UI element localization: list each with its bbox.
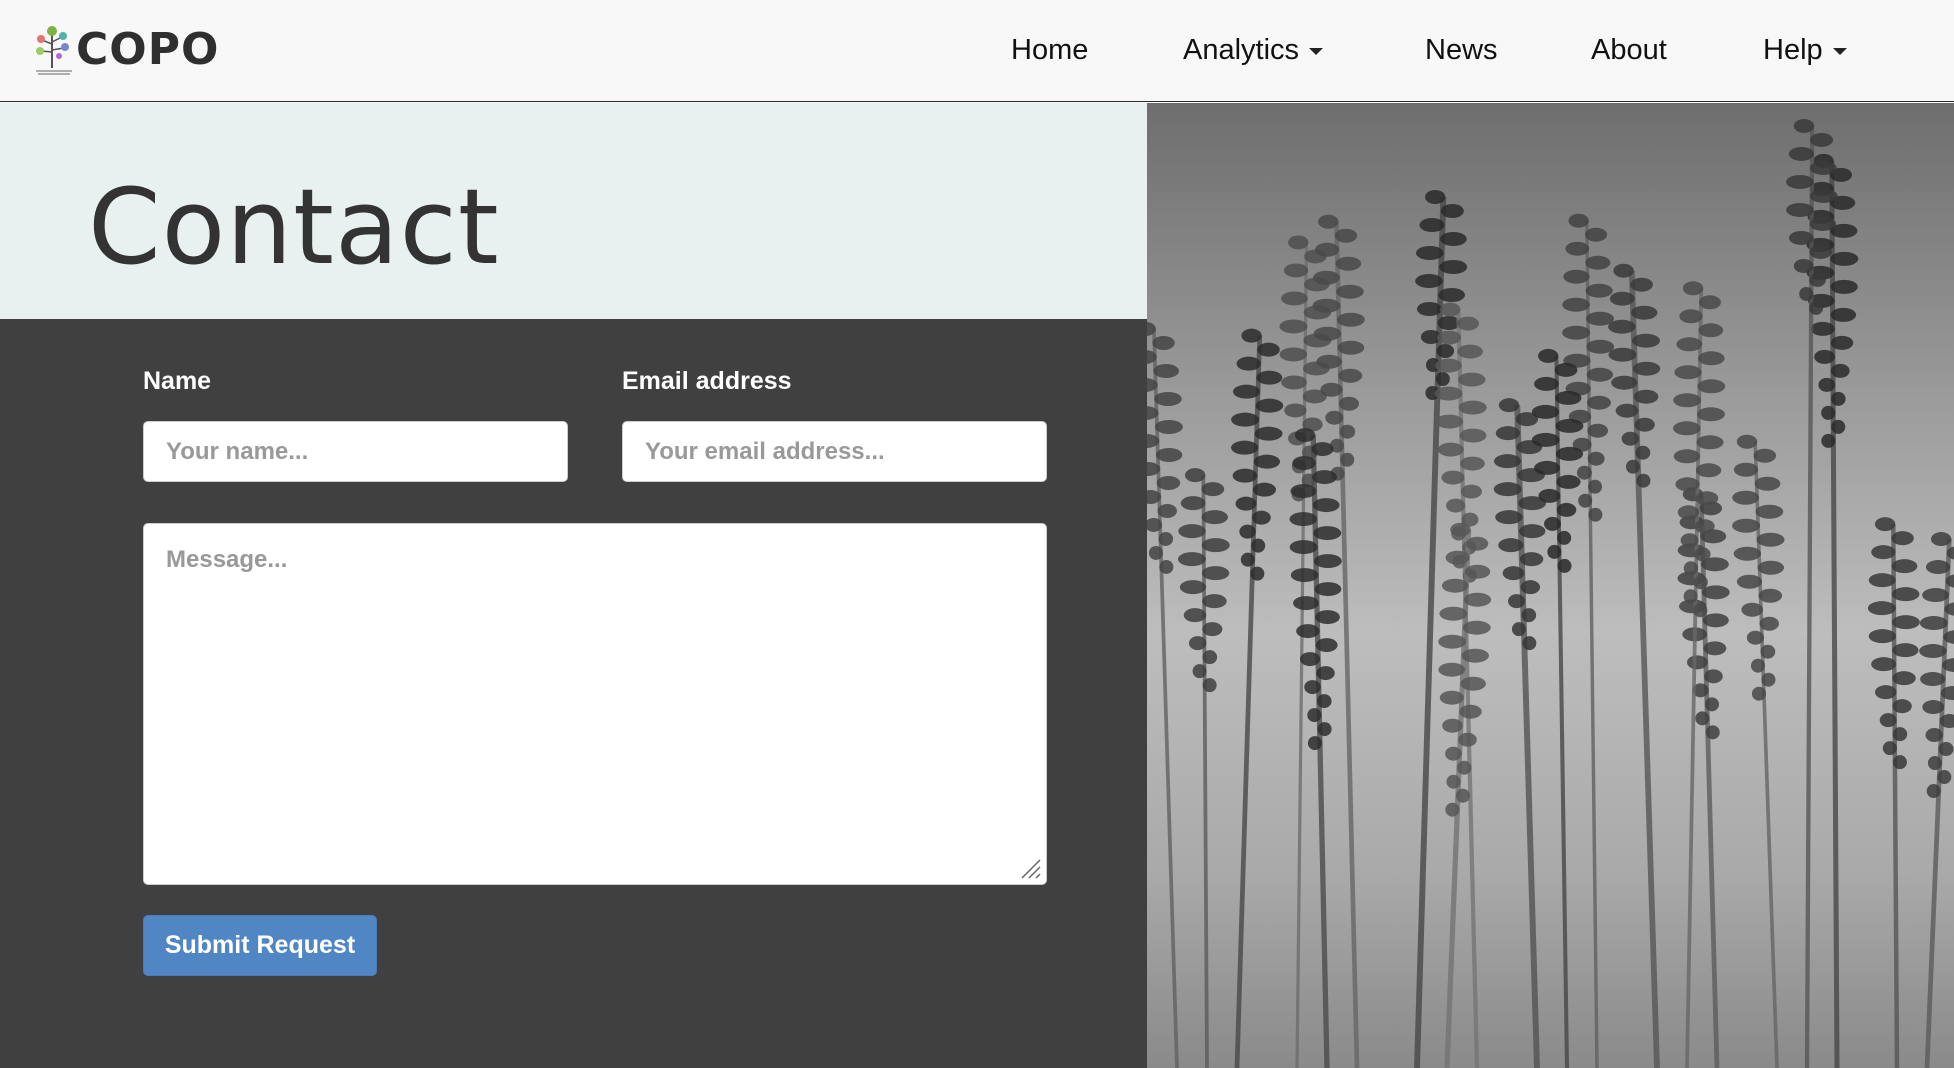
top-navbar: COPO Home Analytics News About Help [0, 0, 1954, 102]
caret-down-icon [1832, 47, 1847, 55]
nav-item-label: Help [1763, 34, 1823, 66]
contact-form: Name Email address Submit Request [0, 319, 1147, 1068]
email-label: Email address [622, 367, 792, 395]
page-title: Contact [88, 166, 500, 288]
nav-item-news[interactable]: News [1425, 28, 1498, 72]
nav-item-label: Home [1011, 34, 1089, 66]
brand-name: COPO [76, 24, 220, 75]
nav-item-label: News [1425, 34, 1498, 66]
caret-down-icon [1309, 47, 1324, 55]
resize-handle-icon[interactable] [1016, 854, 1042, 880]
lavender-image [1147, 118, 1954, 1068]
page-header: Contact [0, 103, 1147, 319]
email-input[interactable] [622, 421, 1047, 482]
message-textarea[interactable] [143, 523, 1047, 885]
nav-item-home[interactable]: Home [1011, 28, 1088, 72]
nav-item-analytics[interactable]: Analytics [1183, 28, 1324, 72]
nav-item-help[interactable]: Help [1763, 28, 1847, 72]
name-input[interactable] [143, 421, 568, 482]
nav-item-about[interactable]: About [1591, 28, 1667, 72]
submit-request-button[interactable]: Submit Request [143, 915, 377, 976]
nav-item-label: About [1591, 34, 1667, 66]
nav-item-label: Analytics [1183, 34, 1300, 66]
lavender-photo [1147, 103, 1954, 1068]
tree-logo-icon [36, 26, 72, 75]
name-label: Name [143, 367, 212, 395]
brand-link[interactable]: COPO [34, 22, 219, 78]
